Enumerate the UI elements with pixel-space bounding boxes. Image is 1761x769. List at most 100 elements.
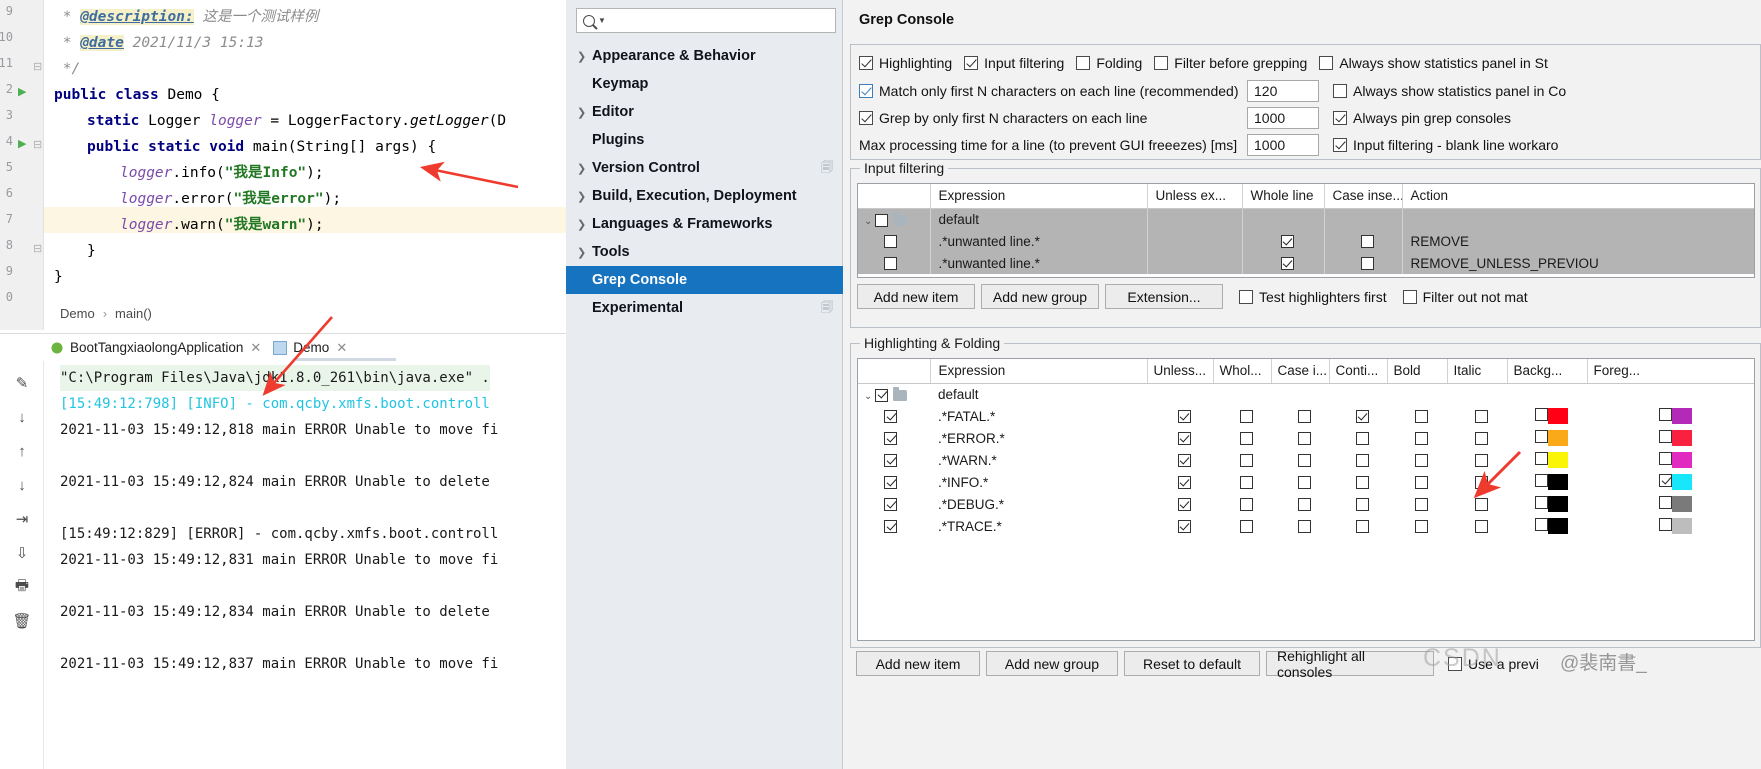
- cell-checkbox[interactable]: [1177, 432, 1191, 446]
- color-swatch[interactable]: [1534, 496, 1568, 513]
- whole-line-cell[interactable]: [1213, 383, 1271, 405]
- row-checkbox[interactable]: [884, 520, 897, 534]
- column-header[interactable]: Unless...: [1147, 359, 1214, 384]
- whole-line-cell[interactable]: [1213, 449, 1271, 471]
- cell-checkbox[interactable]: [1297, 476, 1311, 490]
- foreground-color-cell[interactable]: [1587, 493, 1754, 515]
- italic-cell[interactable]: [1447, 383, 1507, 405]
- swatch-color[interactable]: [1672, 408, 1692, 425]
- number-input[interactable]: 120: [1247, 80, 1319, 102]
- background-color-cell[interactable]: [1507, 383, 1587, 405]
- row-checkbox[interactable]: [884, 410, 897, 424]
- column-header[interactable]: Whole line: [1242, 184, 1325, 209]
- whole-line-cell[interactable]: [1213, 405, 1271, 427]
- code-line[interactable]: public class Demo {: [54, 82, 220, 108]
- clear-all-icon[interactable]: 🗑: [10, 609, 34, 633]
- cell-checkbox[interactable]: [1414, 498, 1428, 512]
- cell-checkbox[interactable]: [1297, 520, 1311, 534]
- background-color-cell[interactable]: [1507, 515, 1587, 537]
- scroll-to-end-icon[interactable]: ⇩: [10, 541, 34, 565]
- continuation-cell[interactable]: [1329, 493, 1387, 515]
- column-header[interactable]: Expression: [930, 184, 1148, 209]
- soft-wrap-icon[interactable]: ✎: [10, 371, 34, 395]
- scroll-up-icon[interactable]: ↑: [10, 439, 34, 463]
- foreground-color-cell[interactable]: [1587, 471, 1754, 493]
- swatch-color[interactable]: [1547, 474, 1568, 491]
- code-line[interactable]: }: [87, 238, 96, 264]
- copy-settings-icon[interactable]: 🗐: [821, 158, 833, 179]
- row-checkbox[interactable]: [884, 476, 897, 490]
- cell-checkbox[interactable]: [1355, 432, 1369, 446]
- cell-checkbox[interactable]: [1355, 454, 1369, 468]
- background-color-cell[interactable]: [1507, 493, 1587, 515]
- unless-cell[interactable]: [1147, 427, 1213, 449]
- color-swatch[interactable]: [1659, 430, 1692, 447]
- cell-checkbox[interactable]: [1239, 498, 1253, 512]
- unless-cell[interactable]: [1147, 515, 1213, 537]
- cell-checkbox[interactable]: [1474, 432, 1488, 446]
- cell-checkbox[interactable]: [1414, 476, 1428, 490]
- checkbox[interactable]: [859, 111, 873, 125]
- run-gutter-icon[interactable]: ▶: [18, 85, 26, 98]
- cell-checkbox[interactable]: [1474, 520, 1488, 534]
- chevron-down-icon[interactable]: ⌄: [864, 391, 872, 402]
- continuation-cell[interactable]: [1329, 427, 1387, 449]
- checkbox[interactable]: [1333, 111, 1347, 125]
- case-insensitive-cell[interactable]: [1271, 405, 1329, 427]
- italic-cell[interactable]: [1447, 515, 1507, 537]
- unless-cell[interactable]: [1147, 405, 1213, 427]
- bold-cell[interactable]: [1387, 471, 1447, 493]
- color-swatch[interactable]: [1534, 452, 1568, 469]
- expression-cell[interactable]: .*DEBUG.*: [930, 493, 1147, 515]
- expression-cell[interactable]: .*unwanted line.*: [930, 230, 1148, 252]
- table-row[interactable]: .*WARN.*: [858, 449, 1754, 471]
- code-area[interactable]: * @description: 这是一个测试样例 * @date 2021/11…: [44, 0, 566, 330]
- scroll-down-icon[interactable]: ↓: [10, 405, 34, 429]
- swatch-checkbox[interactable]: [1659, 518, 1672, 532]
- swatch-color[interactable]: [1672, 496, 1692, 513]
- chevron-down-icon[interactable]: ▼: [598, 16, 606, 25]
- sidebar-item-grep-console[interactable]: Grep Console: [566, 266, 843, 294]
- cell-checkbox[interactable]: [1280, 235, 1294, 249]
- run-gutter-icon[interactable]: ▶: [18, 137, 26, 150]
- cell-checkbox[interactable]: [1474, 410, 1488, 424]
- swatch-checkbox[interactable]: [1659, 452, 1672, 466]
- number-input[interactable]: 1000: [1247, 107, 1319, 129]
- cell-checkbox[interactable]: [1177, 454, 1191, 468]
- unless-cell[interactable]: [1147, 383, 1213, 405]
- case-insensitive-cell[interactable]: [1271, 383, 1329, 405]
- table-row[interactable]: ⌄ default: [858, 208, 1754, 230]
- table-row[interactable]: ⌄ default: [858, 383, 1754, 405]
- cell-checkbox[interactable]: [1297, 432, 1311, 446]
- cell-checkbox[interactable]: [1177, 476, 1191, 490]
- case-insensitive-cell[interactable]: [1324, 252, 1403, 274]
- case-insensitive-cell[interactable]: [1324, 230, 1403, 252]
- swatch-color[interactable]: [1547, 452, 1568, 469]
- cell-checkbox[interactable]: [1355, 410, 1369, 424]
- cell-checkbox[interactable]: [1177, 520, 1191, 534]
- checkbox[interactable]: [1154, 56, 1169, 70]
- add-new-item-button[interactable]: Add new item: [856, 651, 980, 676]
- extension-button[interactable]: Extension...: [1105, 284, 1223, 309]
- bold-cell[interactable]: [1387, 405, 1447, 427]
- cell-checkbox[interactable]: [1355, 476, 1369, 490]
- background-color-cell[interactable]: [1507, 427, 1587, 449]
- checkbox[interactable]: [859, 56, 873, 70]
- unless-expression-cell[interactable]: [1147, 230, 1243, 252]
- unless-expression-cell[interactable]: [1147, 208, 1243, 230]
- swatch-color[interactable]: [1547, 408, 1568, 425]
- option-always-show-statistics-panel-in-st[interactable]: Always show statistics panel in St: [1319, 55, 1548, 71]
- checkbox[interactable]: [1333, 84, 1347, 98]
- code-fold-icon[interactable]: ⊟: [33, 60, 42, 73]
- unless-cell[interactable]: [1147, 493, 1213, 515]
- cell-checkbox[interactable]: [1414, 454, 1428, 468]
- sidebar-item-tools[interactable]: ❯ Tools: [566, 238, 843, 266]
- unless-cell[interactable]: [1147, 471, 1213, 493]
- copy-settings-icon[interactable]: 🗐: [821, 298, 833, 319]
- row-checkbox[interactable]: [884, 432, 897, 446]
- cell-checkbox[interactable]: [1360, 257, 1374, 271]
- add-new-group-button[interactable]: Add new group: [986, 651, 1118, 676]
- foreground-color-cell[interactable]: [1587, 405, 1754, 427]
- cell-checkbox[interactable]: [1239, 520, 1253, 534]
- continuation-cell[interactable]: [1329, 449, 1387, 471]
